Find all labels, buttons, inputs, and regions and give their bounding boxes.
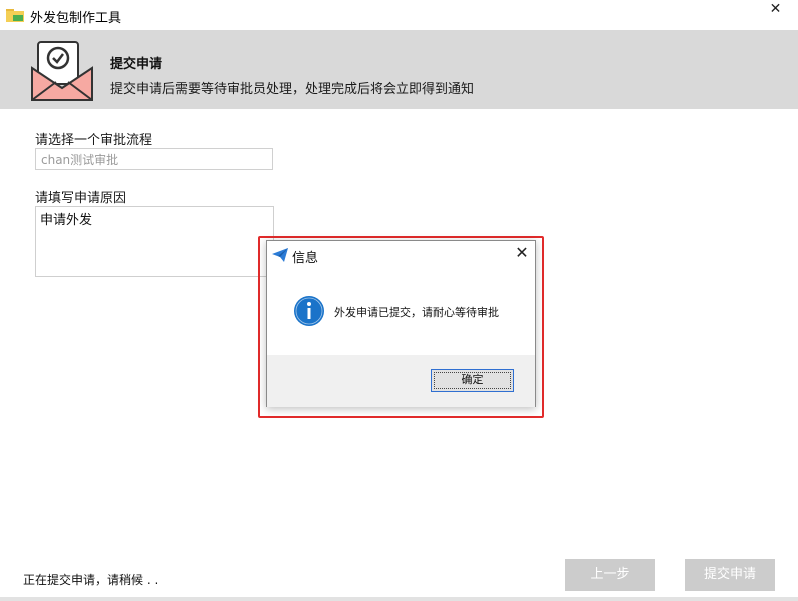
header-banner: 提交申请 提交申请后需要等待审批员处理，处理完成后将会立即得到通知 <box>0 30 798 109</box>
submit-button[interactable]: 提交申请 <box>685 559 775 591</box>
dialog-title: 信息 <box>292 251 319 266</box>
paper-plane-icon <box>272 248 288 262</box>
mail-check-icon <box>31 41 93 101</box>
reason-label: 请填写申请原因 <box>35 191 127 206</box>
dialog-message: 外发申请已提交，请耐心等待审批 <box>334 306 499 319</box>
folder-icon <box>6 9 24 22</box>
prev-step-button[interactable]: 上一步 <box>565 559 655 591</box>
ok-button[interactable]: 确定 <box>431 369 514 392</box>
message-dialog: 信息 ✕ 外发申请已提交，请耐心等待审批 确定 <box>266 240 536 407</box>
header-subtitle: 提交申请后需要等待审批员处理，处理完成后将会立即得到通知 <box>110 82 475 97</box>
status-text: 正在提交申请，请稍候 . . <box>23 573 159 587</box>
dialog-footer: 确定 <box>267 355 535 407</box>
window-title: 外发包制作工具 <box>30 11 122 26</box>
flow-select[interactable]: chan测试审批 <box>35 148 273 170</box>
dialog-close-button[interactable]: ✕ <box>514 245 530 261</box>
info-icon <box>294 296 324 326</box>
title-bar: 外发包制作工具 ✕ <box>0 0 798 30</box>
window-close-button[interactable]: ✕ <box>753 0 798 22</box>
flow-label: 请选择一个审批流程 <box>35 133 153 148</box>
reason-textarea[interactable]: 申请外发 <box>35 206 274 277</box>
bottom-divider <box>0 597 798 601</box>
header-title: 提交申请 <box>110 57 163 72</box>
